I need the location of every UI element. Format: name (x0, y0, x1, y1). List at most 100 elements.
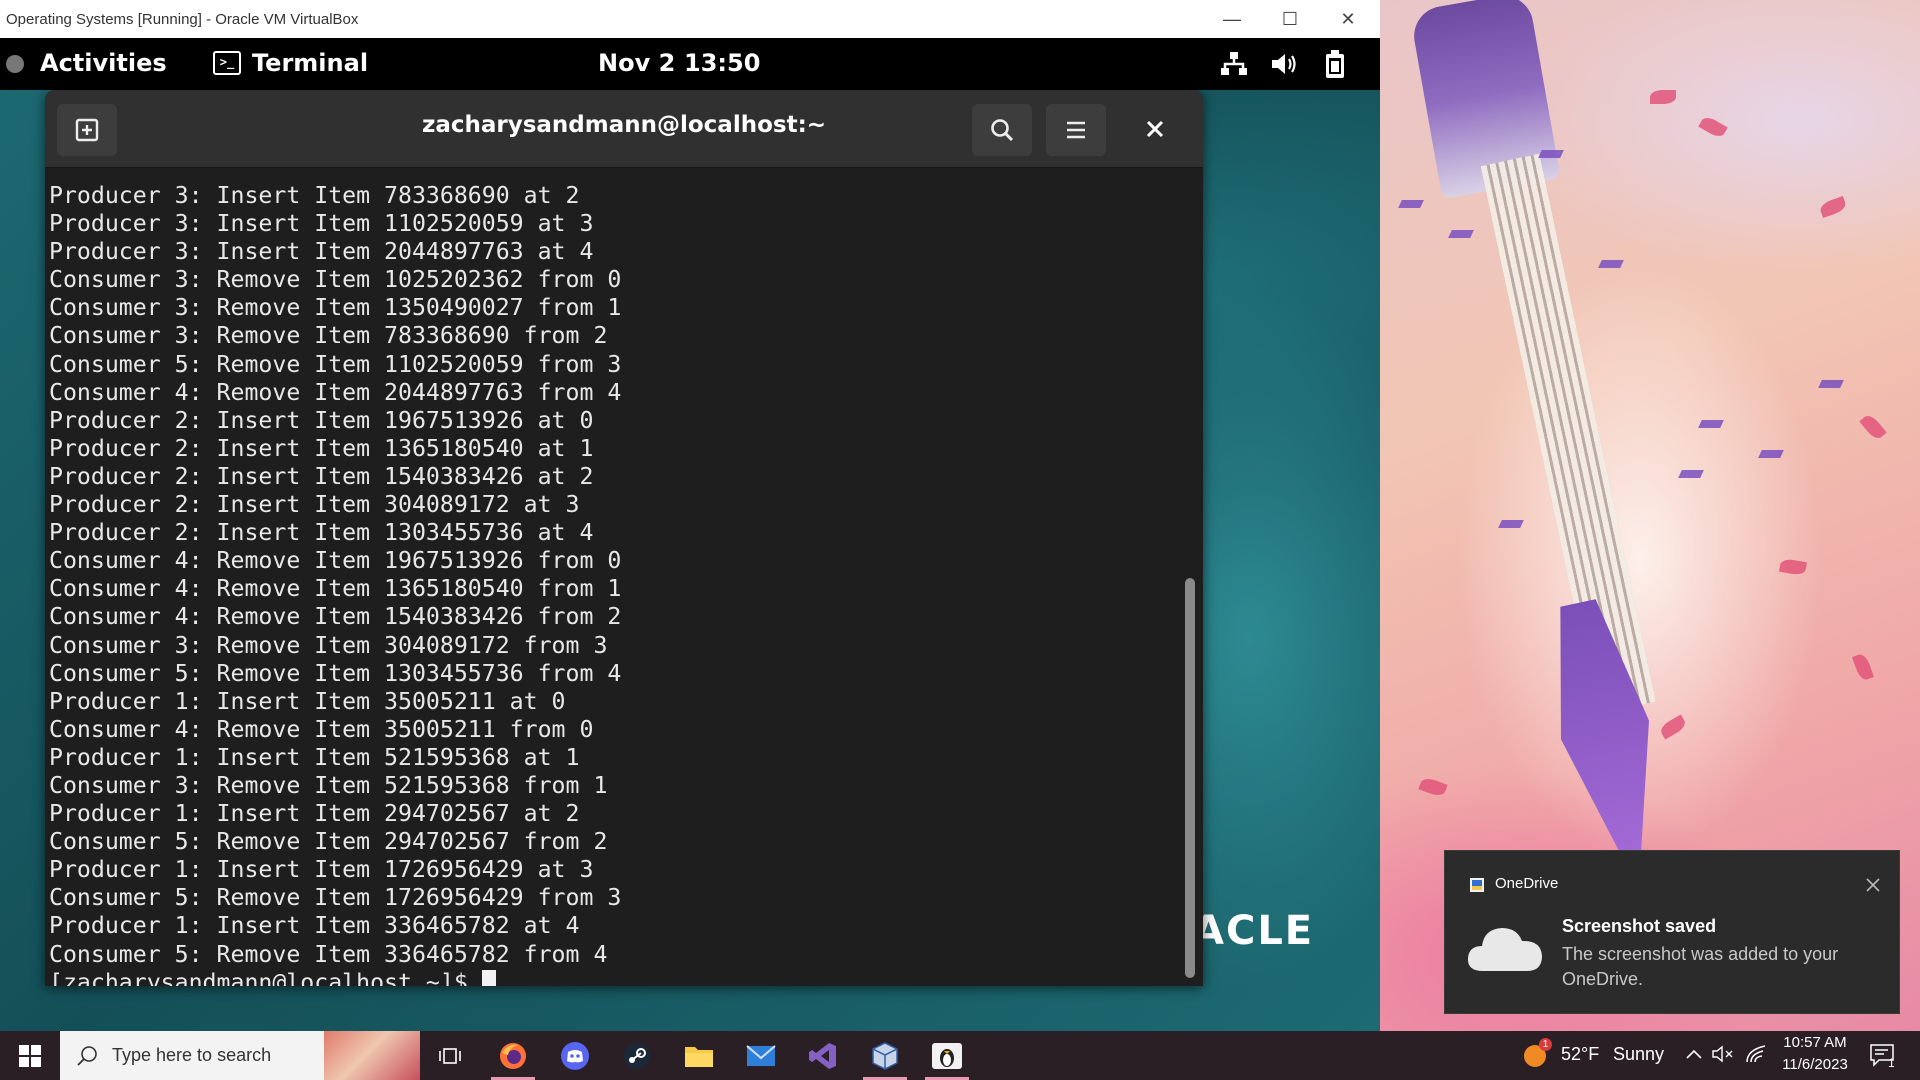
search-button[interactable] (972, 104, 1032, 156)
scrollbar-thumb[interactable] (1185, 578, 1195, 978)
terminal-output-line: Consumer 5: Remove Item 336465782 from 4 (49, 940, 608, 968)
terminal-scrollbar[interactable] (1183, 180, 1197, 980)
terminal-output-line: Consumer 4: Remove Item 35005211 from 0 (49, 715, 594, 743)
flake (1698, 420, 1724, 428)
linux-penguin-icon (932, 1042, 962, 1069)
taskbar-virtualbox[interactable] (855, 1031, 915, 1080)
taskbar-steam[interactable] (607, 1031, 667, 1080)
taskbar-vm-session[interactable] (917, 1031, 977, 1080)
cloud-icon (1467, 928, 1542, 971)
notification-count: 1 (1888, 1056, 1895, 1070)
flake (1398, 200, 1424, 208)
firefox-icon (500, 1042, 526, 1069)
terminal-close-button[interactable] (1140, 114, 1170, 144)
virtualbox-window: Operating Systems [Running] - Oracle VM … (0, 0, 1380, 1031)
virtualbox-titlebar[interactable]: Operating Systems [Running] - Oracle VM … (0, 0, 1380, 38)
terminal-output-line: Producer 3: Insert Item 783368690 at 2 (49, 182, 580, 209)
petal (1658, 714, 1688, 740)
search-placeholder: Type here to search (112, 1045, 272, 1065)
weather-temp[interactable]: 52°F (1561, 1044, 1599, 1065)
toast-close-button[interactable] (1859, 871, 1887, 899)
taskbar-firefox[interactable] (483, 1031, 543, 1080)
terminal-output-line: Consumer 3: Remove Item 1025202362 from … (49, 266, 622, 294)
weather-desc[interactable]: Sunny (1613, 1044, 1664, 1065)
activities-button[interactable]: Activities (40, 49, 167, 77)
terminal-output-line: Producer 2: Insert Item 304089172 at 3 (49, 491, 580, 519)
maximize-button[interactable]: ☐ (1261, 0, 1319, 38)
battery-icon[interactable] (1324, 49, 1346, 79)
terminal-output-line: Producer 2: Insert Item 1365180540 at 1 (49, 434, 594, 462)
toast-message: The screenshot was added to your OneDriv… (1562, 944, 1839, 989)
terminal-output-line: Consumer 3: Remove Item 783368690 from 2 (49, 322, 608, 350)
terminal-output-line: Producer 3: Insert Item 2044897763 at 4 (49, 238, 594, 266)
windows-taskbar: Type here to search 1 52°F Sunny 10:57 A… (0, 1031, 1920, 1080)
taskbar-discord[interactable] (545, 1031, 605, 1080)
flake (1498, 520, 1524, 528)
terminal-output-line: Consumer 3: Remove Item 1350490027 from … (49, 294, 622, 322)
shell-prompt: [zacharysandmann@localhost ~]$ (49, 968, 468, 986)
flake (1538, 150, 1564, 158)
close-button[interactable]: ✕ (1319, 0, 1377, 38)
flake (1678, 470, 1704, 478)
terminal-output-line: Consumer 4: Remove Item 2044897763 from … (49, 378, 622, 406)
volume-icon[interactable] (1270, 51, 1300, 77)
terminal-output-line: Consumer 3: Remove Item 304089172 from 3 (49, 631, 608, 659)
gnome-topbar: Activities >_ Terminal Nov 2 13:50 (0, 38, 1380, 90)
terminal-output-line: Consumer 5: Remove Item 1102520059 from … (49, 350, 622, 378)
task-view-icon (439, 1047, 461, 1064)
taskbar-file-explorer[interactable] (669, 1031, 729, 1080)
speaker-muted-icon[interactable] (1712, 1045, 1734, 1063)
petal (1859, 412, 1887, 442)
app-menu-label[interactable]: Terminal (252, 49, 368, 77)
close-icon (1146, 120, 1164, 138)
clock-time-taskbar[interactable]: 10:57 AM (1781, 1034, 1849, 1051)
terminal-window[interactable]: zacharysandmann@localhost:~ Producer 3: … (45, 90, 1203, 986)
terminal-output-line: Consumer 3: Remove Item 521595368 from 1 (49, 771, 608, 799)
terminal-output-line: Producer 1: Insert Item 336465782 at 4 (49, 912, 580, 940)
minimize-button[interactable]: — (1203, 0, 1261, 38)
flake (1758, 450, 1784, 458)
terminal-output-line: Consumer 4: Remove Item 1540383426 from … (49, 603, 622, 631)
onedrive-app-icon (1470, 878, 1484, 892)
onedrive-toast[interactable]: OneDrive Screenshot saved The screenshot… (1444, 850, 1900, 1014)
terminal-output-line: Producer 3: Insert Item 1102520059 at 3 (49, 210, 594, 238)
network-icon[interactable] (1220, 51, 1248, 77)
terminal-output-line: Producer 1: Insert Item 35005211 at 0 (49, 687, 566, 715)
terminal-output[interactable]: Producer 3: Insert Item 783368690 at 2 Pr… (45, 170, 1175, 986)
hamburger-menu-icon (1067, 121, 1085, 139)
menu-button[interactable] (1046, 104, 1106, 156)
oracle-wallpaper-logo: ACLE (1193, 908, 1315, 954)
mail-icon (746, 1044, 776, 1066)
toast-app-name: OneDrive (1495, 875, 1559, 892)
virtualbox-title: Operating Systems [Running] - Oracle VM … (6, 10, 359, 28)
terminal-output-line: Producer 1: Insert Item 1726956429 at 3 (49, 856, 594, 884)
terminal-lines: Producer 3: Insert Item 783368690 at 2 Pr… (49, 182, 1175, 969)
clock-time[interactable]: 13:50 (684, 49, 760, 77)
petal (1818, 195, 1848, 219)
petal (1650, 90, 1676, 104)
flake (1818, 380, 1844, 388)
chevron-up-icon[interactable] (1686, 1048, 1702, 1060)
close-icon (1866, 878, 1880, 892)
terminal-output-line: Consumer 5: Remove Item 1303455736 from … (49, 659, 622, 687)
wifi-icon[interactable] (1745, 1044, 1767, 1064)
wallpaper-tower-cone (1534, 593, 1676, 866)
toast-title: Screenshot saved (1562, 916, 1717, 936)
taskbar-mail[interactable] (731, 1031, 791, 1080)
prompt-line[interactable]: [zacharysandmann@localhost ~]$ (49, 969, 1175, 986)
terminal-output-line: Consumer 5: Remove Item 1726956429 from … (49, 884, 622, 912)
clock-date[interactable]: Nov 2 (598, 49, 675, 77)
task-view-button[interactable] (420, 1031, 480, 1080)
start-button[interactable] (0, 1031, 60, 1080)
virtualbox-icon (872, 1041, 898, 1070)
taskbar-search[interactable]: Type here to search (60, 1031, 420, 1080)
discord-icon (561, 1041, 589, 1070)
terminal-output-line: Consumer 4: Remove Item 1365180540 from … (49, 575, 622, 603)
taskbar-visual-studio[interactable] (793, 1031, 853, 1080)
terminal-output-line: Producer 2: Insert Item 1540383426 at 2 (49, 462, 594, 490)
terminal-output-line: Producer 2: Insert Item 1303455736 at 4 (49, 519, 594, 547)
visual-studio-icon (809, 1042, 836, 1069)
clock-date-taskbar[interactable]: 11/6/2023 (1779, 1056, 1851, 1073)
petal (1851, 652, 1875, 682)
terminal-headerbar[interactable]: zacharysandmann@localhost:~ (45, 90, 1203, 168)
